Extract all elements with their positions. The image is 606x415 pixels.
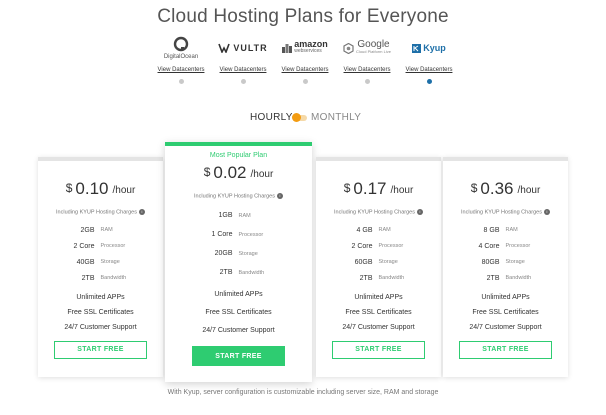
feature-item: 24/7 Customer Support xyxy=(469,324,542,332)
spec-ram: 2GB RAM xyxy=(80,226,113,234)
footnote: With Kyup, server configuration is custo… xyxy=(167,389,439,396)
spec-processor: 4 Core Processor xyxy=(478,242,531,250)
provider-aws[interactable]: amazon webservices View Datacenters xyxy=(274,34,336,84)
start-free-button[interactable]: START FREE xyxy=(459,341,552,360)
provider-digitalocean[interactable]: DigitalOcean View Datacenters xyxy=(150,34,212,84)
spec-ram: 8 GB RAM xyxy=(483,226,518,234)
feature-item: Free SSL Certificates xyxy=(205,309,272,317)
spec-ram: 4 GB RAM xyxy=(356,226,391,234)
spec-processor: 1 Core Processor xyxy=(211,231,264,239)
feature-item: 24/7 Customer Support xyxy=(64,324,137,332)
feature-item: Unlimited APPs xyxy=(214,291,263,299)
plan-price: $ 0.02 /hour xyxy=(203,163,274,182)
plan-card: $ 0.36 /hour Including KYUP Hosting Char… xyxy=(443,157,568,377)
monthly-label[interactable]: MONTHLY xyxy=(311,112,361,123)
spec-bandwidth: 2TB Bandwidth xyxy=(486,274,532,282)
spec-list: 1GB RAM 1 Core Processor 20GB Storage 2TB Ba… xyxy=(165,206,312,282)
provider-indicator-dot xyxy=(364,79,370,84)
view-datacenters-link[interactable]: View Datacenters xyxy=(274,67,336,73)
info-icon[interactable]: i xyxy=(276,193,283,199)
digitalocean-logo-icon: DigitalOcean xyxy=(150,34,212,62)
aws-logo-icon: amazon webservices xyxy=(274,34,336,62)
spec-list: 4 GB RAM 2 Core Processor 60GB Storage 2TB B… xyxy=(316,222,441,286)
spec-storage: 20GB Storage xyxy=(214,250,258,258)
spec-processor: 2 Core Processor xyxy=(73,242,126,250)
feature-item: Unlimited APPs xyxy=(76,294,125,302)
spec-bandwidth: 2TB Bandwidth xyxy=(219,269,265,277)
view-datacenters-link[interactable]: View Datacenters xyxy=(398,67,460,73)
plan-price: $ 0.36 /hour xyxy=(470,179,541,198)
provider-selector: DigitalOcean View Datacenters VULTR View… xyxy=(150,34,460,92)
view-datacenters-link[interactable]: View Datacenters xyxy=(150,67,212,73)
info-icon[interactable]: i xyxy=(416,209,423,215)
start-free-button[interactable]: START FREE xyxy=(332,341,425,360)
hourly-label[interactable]: HOURLY xyxy=(250,112,293,123)
provider-indicator-dot xyxy=(178,79,184,84)
spec-bandwidth: 2TB Bandwidth xyxy=(359,274,405,282)
start-free-button[interactable]: START FREE xyxy=(192,346,285,367)
view-datacenters-link[interactable]: View Datacenters xyxy=(336,67,398,73)
charges-note: Including KYUP Hosting Charges i xyxy=(443,209,568,215)
plan-card: $ 0.17 /hour Including KYUP Hosting Char… xyxy=(316,157,441,377)
spec-list: 2GB RAM 2 Core Processor 40GB Storage 2TB Ba… xyxy=(38,222,163,286)
info-icon[interactable]: i xyxy=(138,209,145,215)
spec-ram: 1GB RAM xyxy=(218,212,251,220)
charges-note: Including KYUP Hosting Charges i xyxy=(316,209,441,215)
provider-vultr[interactable]: VULTR View Datacenters xyxy=(212,34,274,84)
plan-card-featured: Most Popular Plan $ 0.02 /hour Including… xyxy=(165,142,312,382)
plan-price: $ 0.10 /hour xyxy=(65,179,136,198)
spec-bandwidth: 2TB Bandwidth xyxy=(81,274,127,282)
provider-kyup[interactable]: Kyup View Datacenters xyxy=(398,34,460,84)
spec-processor: 2 Core Processor xyxy=(351,242,404,250)
provider-indicator-dot xyxy=(240,79,246,84)
popular-badge: Most Popular Plan xyxy=(209,152,268,159)
kyup-logo-icon: Kyup xyxy=(398,34,460,62)
feature-item: Unlimited APPs xyxy=(354,294,403,302)
spec-list: 8 GB RAM 4 Core Processor 80GB Storage 2TB B… xyxy=(443,222,568,286)
page-title: Cloud Hosting Plans for Everyone xyxy=(157,6,449,27)
feature-item: 24/7 Customer Support xyxy=(342,324,415,332)
feature-item: Free SSL Certificates xyxy=(67,309,134,317)
billing-switch[interactable] xyxy=(292,113,307,122)
start-free-button[interactable]: START FREE xyxy=(54,341,147,360)
info-icon[interactable]: i xyxy=(543,209,550,215)
feature-item: Free SSL Certificates xyxy=(472,309,539,317)
switch-knob[interactable] xyxy=(292,113,301,122)
feature-item: Free SSL Certificates xyxy=(345,309,412,317)
provider-indicator-dot-active xyxy=(426,79,432,84)
google-cloud-logo-icon: Google Cloud Platform Live xyxy=(336,34,398,62)
spec-storage: 40GB Storage xyxy=(76,258,120,266)
charges-note: Including KYUP Hosting Charges i xyxy=(165,193,312,199)
charges-note: Including KYUP Hosting Charges i xyxy=(38,209,163,215)
feature-item: Unlimited APPs xyxy=(481,294,530,302)
provider-indicator-dot xyxy=(302,79,308,84)
feature-item: 24/7 Customer Support xyxy=(202,327,275,335)
plan-price: $ 0.17 /hour xyxy=(343,179,414,198)
provider-google-cloud[interactable]: Google Cloud Platform Live View Datacente… xyxy=(336,34,398,84)
spec-storage: 60GB Storage xyxy=(354,258,398,266)
plan-card: $ 0.10 /hour Including KYUP Hosting Char… xyxy=(38,157,163,377)
view-datacenters-link[interactable]: View Datacenters xyxy=(212,67,274,73)
vultr-logo-icon: VULTR xyxy=(212,34,274,62)
spec-storage: 80GB Storage xyxy=(481,258,525,266)
